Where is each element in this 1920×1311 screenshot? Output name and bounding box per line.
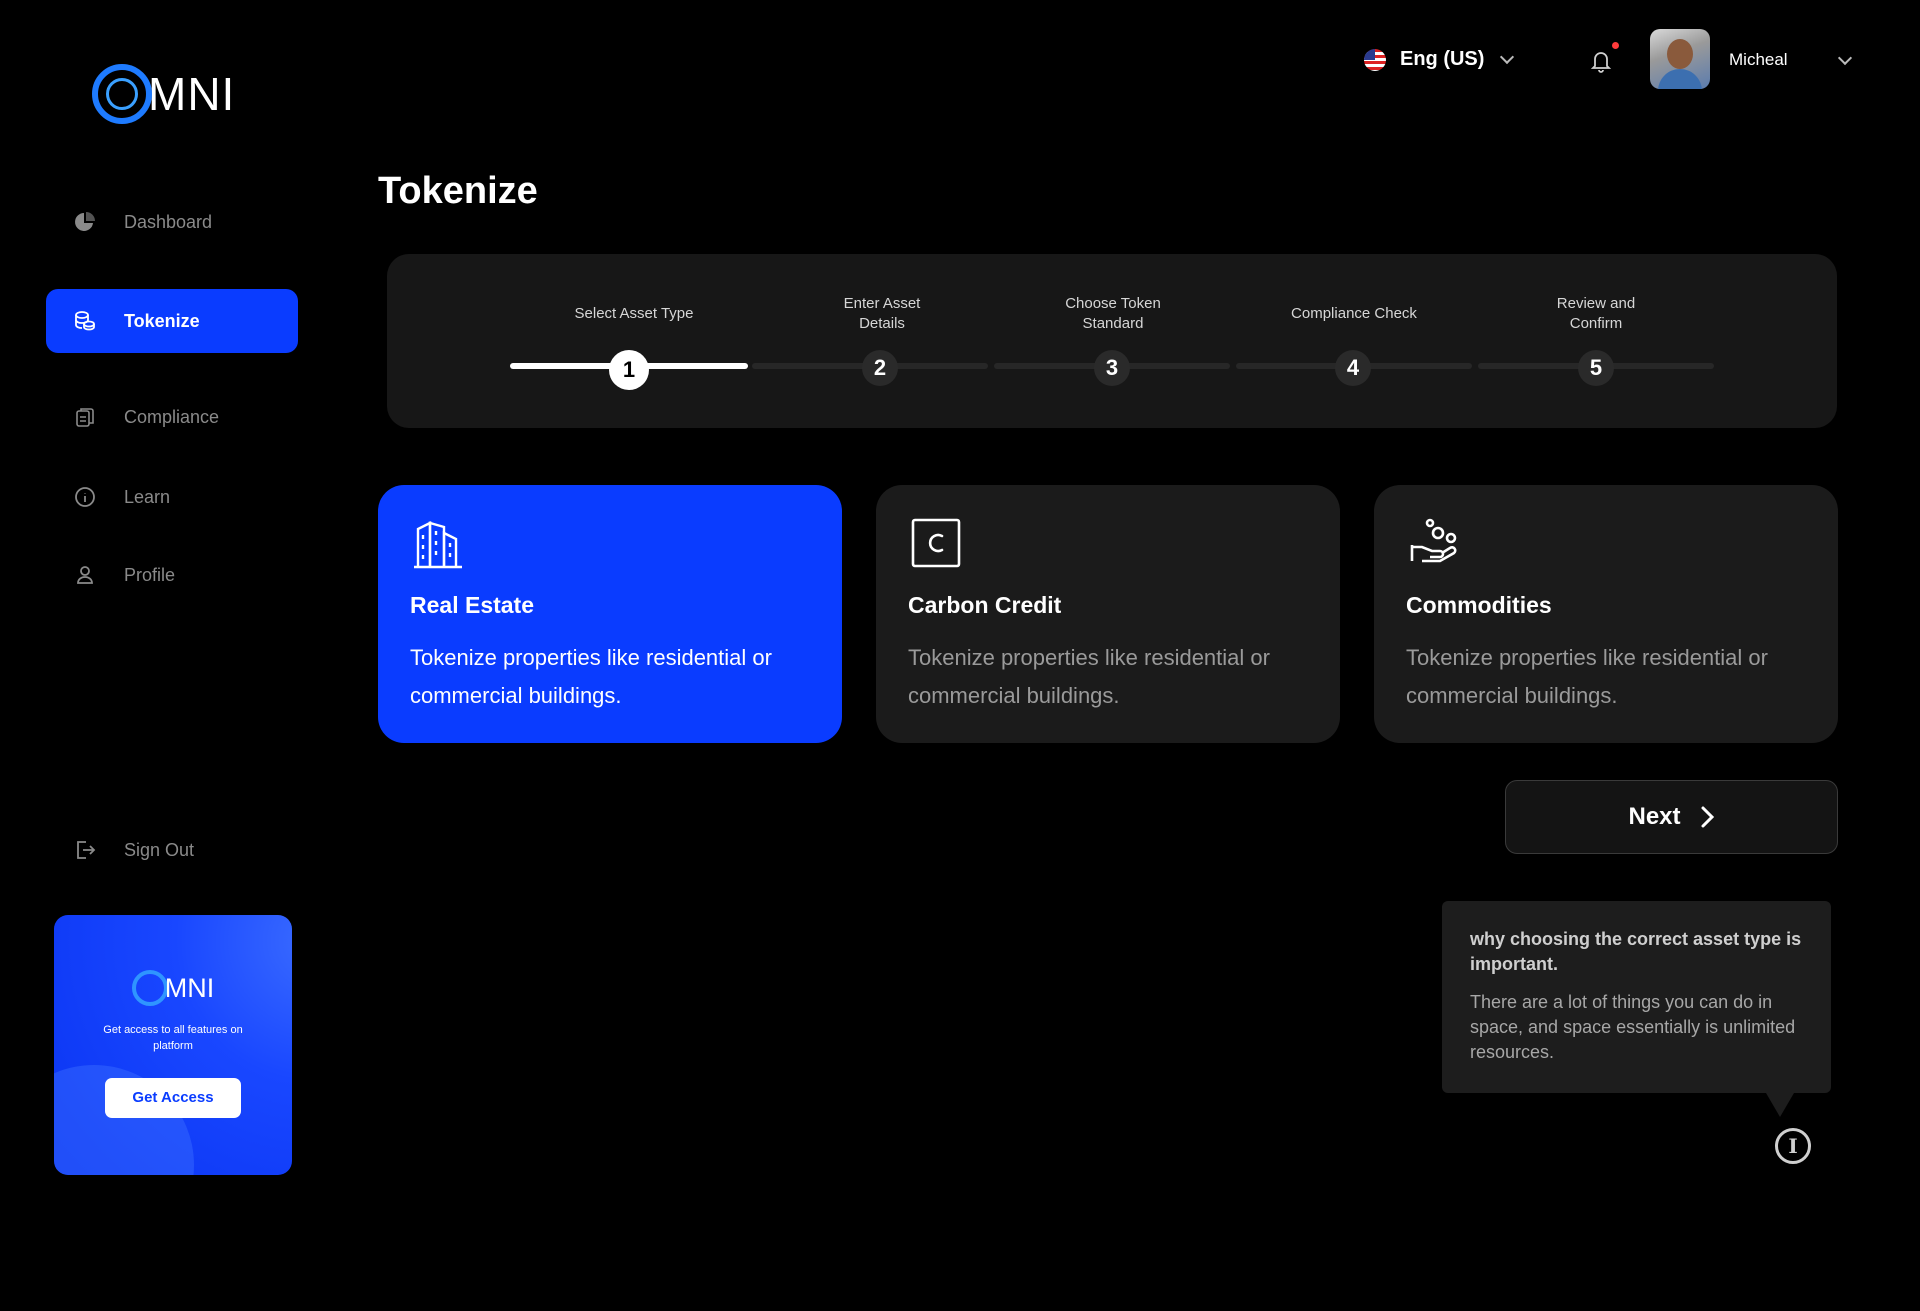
promo-logo-text: MNI — [164, 972, 215, 1003]
hand-coins-icon — [1410, 518, 1457, 563]
get-access-button[interactable]: Get Access — [105, 1078, 241, 1118]
sidebar-item-label: Tokenize — [124, 310, 200, 331]
step-label-1: Select Asset Type — [574, 305, 694, 322]
building-icon — [414, 521, 462, 569]
info-icon — [72, 484, 98, 510]
sidebar-item-tokenize[interactable]: Tokenize — [46, 289, 298, 353]
step-number-5[interactable]: 5 — [1578, 350, 1614, 386]
carbon-c-icon — [911, 518, 961, 568]
tooltip-title: why choosing the correct asset type is i… — [1470, 929, 1802, 974]
promo-logo: MNI — [54, 970, 292, 1006]
logo-ring-icon — [131, 970, 168, 1006]
step-label-3: Choose Token Standard — [1065, 295, 1161, 332]
sidebar-item-dashboard[interactable]: Dashboard — [46, 190, 298, 254]
pie-chart-icon — [72, 209, 98, 235]
sidebar-item-learn[interactable]: Learn — [46, 465, 298, 529]
sidebar-item-label: Compliance — [124, 406, 220, 427]
step-number-3[interactable]: 3 — [1094, 350, 1130, 386]
step-label-4: Compliance Check — [1291, 305, 1417, 322]
step-label-2: Enter Asset Details — [843, 295, 921, 332]
asset-title: Carbon Credit — [908, 592, 1062, 618]
user-icon — [72, 562, 98, 588]
help-tooltip: why choosing the correct asset type is i… — [1442, 901, 1831, 1117]
step-label-5: Review and Confirm — [1556, 295, 1636, 332]
next-label: Next — [1628, 803, 1681, 830]
info-icon[interactable]: I — [1775, 1128, 1811, 1164]
asset-card-real-estate[interactable]: Real Estate Tokenize properties like res… — [378, 485, 842, 743]
sidebar-item-label: Profile — [124, 564, 176, 585]
sign-out-button[interactable]: Sign Out — [46, 818, 298, 882]
asset-description: Tokenize properties like residential or … — [908, 645, 1270, 708]
sidebar-item-profile[interactable]: Profile — [46, 543, 298, 607]
coins-icon — [72, 308, 98, 334]
logo-text: MNI — [148, 68, 236, 120]
chevron-down-icon[interactable] — [1837, 50, 1853, 66]
clipboard-icon — [72, 404, 98, 430]
next-button[interactable]: Next — [1505, 780, 1838, 854]
asset-description: Tokenize properties like residential or … — [410, 645, 772, 708]
tooltip-body: There are a lot of things you can do in … — [1470, 992, 1796, 1062]
logo-ring-icon — [92, 64, 152, 124]
sidebar-item-label: Learn — [124, 486, 171, 507]
asset-title: Commodities — [1406, 592, 1552, 618]
bell-icon[interactable] — [1589, 48, 1613, 74]
user-name[interactable]: Micheal — [1729, 50, 1788, 70]
asset-description: Tokenize properties like residential or … — [1406, 645, 1768, 708]
promo-text: Get access to all features on platform — [103, 1024, 243, 1052]
chevron-down-icon[interactable] — [1499, 49, 1515, 65]
omni-logo[interactable]: MNI — [92, 64, 235, 124]
sidebar-item-compliance[interactable]: Compliance — [46, 385, 298, 449]
asset-card-commodities[interactable]: Commodities Tokenize properties like res… — [1374, 485, 1838, 743]
sign-out-icon — [72, 837, 98, 863]
promo-card: MNI Get access to all features on platfo… — [54, 915, 292, 1175]
stepper-panel — [387, 254, 1837, 428]
asset-card-carbon-credit[interactable]: Carbon Credit Tokenize properties like r… — [876, 485, 1340, 743]
avatar[interactable] — [1650, 29, 1710, 89]
asset-title: Real Estate — [410, 592, 535, 618]
notification-dot — [1612, 42, 1619, 49]
language-selector[interactable]: Eng (US) — [1400, 48, 1484, 71]
step-number-2[interactable]: 2 — [862, 350, 898, 386]
us-flag-icon — [1364, 49, 1386, 71]
sidebar-item-label: Dashboard — [124, 211, 213, 232]
step-number-4[interactable]: 4 — [1335, 350, 1371, 386]
chevron-right-icon — [1701, 806, 1714, 828]
page-title: Tokenize — [378, 170, 538, 212]
step-number-1[interactable]: 1 — [609, 350, 649, 390]
sign-out-label: Sign Out — [124, 839, 195, 860]
